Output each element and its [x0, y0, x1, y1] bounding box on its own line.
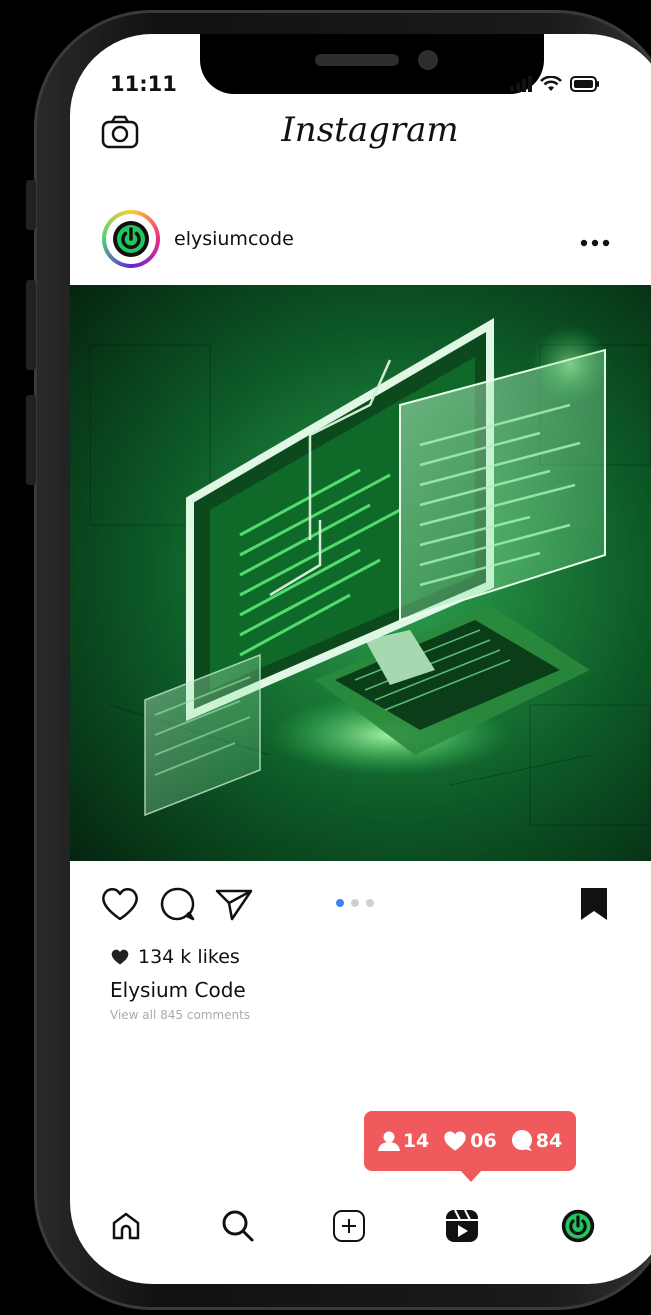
new-post-icon[interactable] [327, 1204, 371, 1248]
front-camera [418, 50, 438, 70]
comment-bubble-icon [511, 1130, 532, 1151]
app-title: Instagram [281, 110, 459, 150]
reels-icon[interactable] [440, 1204, 484, 1248]
view-comments-link[interactable]: View all 845 comments [110, 1008, 250, 1022]
post-header: elysiumcode [102, 210, 294, 268]
notch [200, 34, 544, 94]
status-time: 11:11 [110, 72, 177, 96]
share-icon[interactable] [214, 886, 254, 922]
likes-label: 134 k likes [138, 946, 240, 968]
carousel-dot[interactable] [366, 899, 374, 907]
phone-side-button [26, 395, 36, 485]
carousel-dot[interactable] [336, 899, 344, 907]
post-image[interactable] [70, 285, 651, 861]
comments-notification-count: 84 [511, 1130, 562, 1152]
status-icons [510, 76, 600, 92]
like-heart-icon[interactable] [100, 886, 140, 922]
home-icon[interactable] [104, 1204, 148, 1248]
followers-count: 14 [377, 1130, 429, 1152]
phone-side-button [26, 180, 36, 230]
carousel-indicator [336, 899, 374, 907]
notification-pointer [460, 1170, 482, 1182]
signal-icon [510, 76, 532, 92]
post-username[interactable]: elysiumcode [174, 228, 294, 250]
power-icon [113, 221, 149, 257]
wifi-icon [540, 76, 562, 91]
carousel-dot[interactable] [351, 899, 359, 907]
user-icon [377, 1131, 400, 1151]
activity-notification[interactable]: 14 06 84 [364, 1111, 576, 1171]
phone-screen: 11:11 Instagram elysiumcode 134 k likes … [70, 34, 651, 1284]
comment-icon[interactable] [158, 886, 196, 922]
more-options-icon[interactable] [580, 232, 610, 251]
heart-icon [111, 949, 129, 965]
avatar[interactable] [102, 210, 160, 268]
likes-notification-count: 06 [443, 1130, 497, 1152]
likes-count[interactable]: 134 k likes [110, 946, 240, 968]
bookmark-icon[interactable] [580, 887, 608, 925]
speaker [315, 54, 399, 66]
phone-side-button [26, 280, 36, 370]
search-icon[interactable] [216, 1204, 260, 1248]
battery-icon [570, 76, 599, 92]
heart-icon [444, 1131, 466, 1151]
post-owner-name[interactable]: Elysium Code [110, 978, 246, 1002]
post-actions [100, 886, 254, 922]
profile-icon[interactable] [556, 1204, 600, 1248]
bottom-nav [70, 1204, 651, 1254]
